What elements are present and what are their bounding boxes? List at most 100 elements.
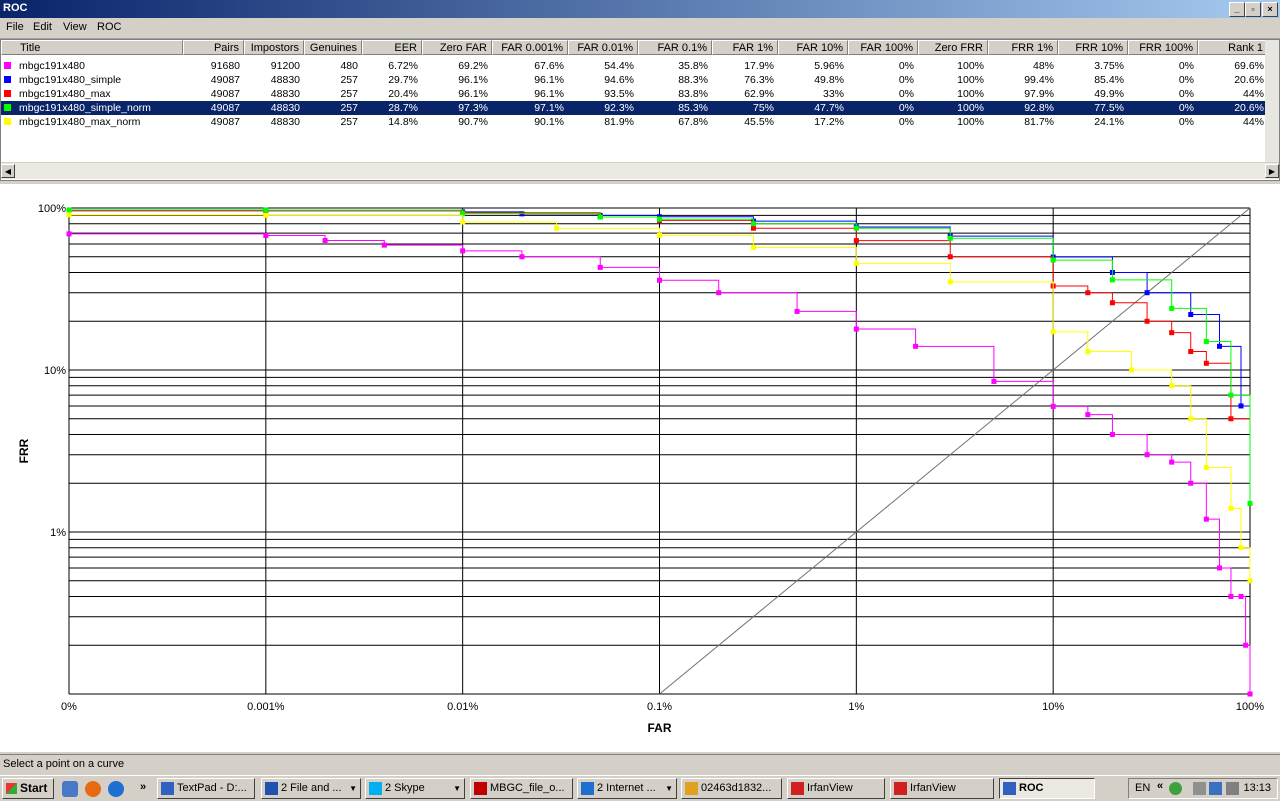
roc-point [853,225,859,231]
column-header[interactable]: Impostors [244,40,304,55]
column-header[interactable]: FAR 0.001% [492,40,568,55]
vertical-scrollbar[interactable] [1265,40,1279,163]
column-header[interactable]: Zero FAR [422,40,492,55]
table-cell: 81.7% [1024,116,1054,128]
taskbar-button[interactable]: MBGC_file_o... [470,778,573,799]
column-header[interactable]: FRR 100% [1128,40,1198,55]
table-cell: 0% [1178,102,1194,114]
volume-icon[interactable] [1226,782,1239,795]
start-button[interactable]: Start [2,778,54,799]
column-header[interactable]: Rank 1 [1198,40,1268,55]
taskbar-button[interactable]: 2 Internet ... ▼ [577,778,677,799]
table-cell: 85.4% [1094,74,1124,86]
tray-app-icon[interactable] [1169,782,1182,795]
table-cell: 0% [898,88,914,100]
taskbar-button[interactable]: IrfanView [890,778,994,799]
table-cell: 0% [898,102,914,114]
tray-device-icon[interactable] [1193,782,1206,795]
table-cell: 17.2% [814,116,844,128]
roc-point [1169,305,1175,311]
roc-point [947,254,953,260]
column-header[interactable]: FAR 1% [712,40,778,55]
roc-point [460,248,466,254]
x-axis-label: FAR [648,721,672,735]
taskbar-button-label: 2 Skype [385,782,425,794]
column-header[interactable]: FRR 1% [988,40,1058,55]
taskbar-button[interactable]: 02463d1832... [681,778,782,799]
column-header[interactable]: Title [1,40,183,55]
roc-point [1203,360,1209,366]
table-cell: 48830 [270,74,300,86]
column-header[interactable]: FRR 10% [1058,40,1128,55]
start-label: Start [20,781,48,795]
roc-point [1050,257,1056,263]
table-cell: 0% [898,116,914,128]
table-cell: 69.6% [1234,60,1264,72]
table-cell: 96.1% [534,74,564,86]
x-tick-label: 10% [1042,701,1064,713]
firefox-icon[interactable] [85,781,101,797]
table-row[interactable]: mbgc191x480_max 49087 48830 257 20.4% 96.1% 96… [1,87,1279,101]
column-header[interactable]: FAR 0.01% [568,40,638,55]
menu-file[interactable]: File [6,21,24,33]
table-row[interactable]: mbgc191x480 91680 91200 480 6.72% 69.2% 67.6% 5… [1,59,1279,73]
title-bar: ROC _ ▫ × [0,0,1280,18]
show-desktop-icon[interactable] [62,781,78,797]
roc-point [1169,330,1175,336]
table-cell: 92.8% [1024,102,1054,114]
roc-point [1050,403,1056,409]
table-row[interactable]: mbgc191x480_simple 49087 48830 257 29.7% 96.1… [1,73,1279,87]
roc-point [1188,480,1194,486]
roc-point [519,254,525,260]
column-header[interactable]: Zero FRR [918,40,988,55]
maximize-button[interactable]: ▫ [1245,2,1261,17]
quicklaunch-more-icon[interactable]: » [140,781,146,793]
tray-network-icon[interactable] [1209,782,1222,795]
language-indicator[interactable]: EN [1135,782,1150,794]
roc-chart-panel[interactable]: 0% 0.001% 0.01% 0.1% 1% 10% 100% 100% 10% 1% FAR FR… [0,184,1280,752]
table-cell: 29.7% [388,74,418,86]
internet-explorer-icon[interactable] [108,781,124,797]
tray-expand-icon[interactable]: « [1157,780,1163,792]
table-row[interactable]: mbgc191x480_max_norm 49087 48830 257 14.8% 90… [1,115,1279,129]
roc-point [991,378,997,384]
taskbar-button[interactable]: IrfanView [787,778,885,799]
scroll-left-button[interactable]: ◀ [1,164,15,178]
table-cell: 49.8% [814,74,844,86]
column-header[interactable]: FAR 100% [848,40,918,55]
table-cell: 257 [340,116,358,128]
app-icon [474,782,487,795]
status-bar: Select a point on a curve [0,754,1280,775]
column-header[interactable]: Pairs [183,40,244,55]
table-cell: 35.8% [678,60,708,72]
taskbar-button[interactable]: ROC [999,778,1095,799]
menu-view[interactable]: View [63,21,87,33]
app-icon [369,782,382,795]
column-header[interactable]: EER [362,40,422,55]
roc-point [1085,290,1091,296]
results-table[interactable]: Title Pairs Impostors Genuines EER Zero FAR FA… [0,39,1280,181]
taskbar-button[interactable]: 2 File and ... ▼ [261,778,361,799]
column-header[interactable]: FAR 0.1% [638,40,712,55]
table-cell: 20.6% [1234,74,1264,86]
menu-edit[interactable]: Edit [33,21,52,33]
table-cell: 0% [898,60,914,72]
roc-chart[interactable]: 0% 0.001% 0.01% 0.1% 1% 10% 100% 100% 10% 1% FAR FR… [0,184,1280,752]
menu-roc[interactable]: ROC [97,21,121,33]
column-header[interactable]: FAR 10% [778,40,848,55]
taskbar-button[interactable]: 2 Skype ▼ [365,778,465,799]
roc-point [263,207,269,213]
taskbar-button[interactable]: TextPad - D:... [157,778,255,799]
table-cell: mbgc191x480_simple [19,74,122,86]
roc-point [460,219,466,225]
table-row[interactable]: mbgc191x480_simple_norm 49087 48830 257 28.7… [1,101,1279,115]
column-header[interactable]: Genuines [304,40,362,55]
minimize-button[interactable]: _ [1229,2,1245,17]
roc-point [597,264,603,270]
horizontal-scrollbar[interactable]: ◀ ▶ [1,162,1279,179]
close-button[interactable]: × [1262,2,1278,17]
scroll-right-button[interactable]: ▶ [1265,164,1279,178]
chevron-down-icon: ▼ [453,784,461,793]
x-tick-label: 0.1% [647,701,672,713]
table-cell: 0% [1178,74,1194,86]
